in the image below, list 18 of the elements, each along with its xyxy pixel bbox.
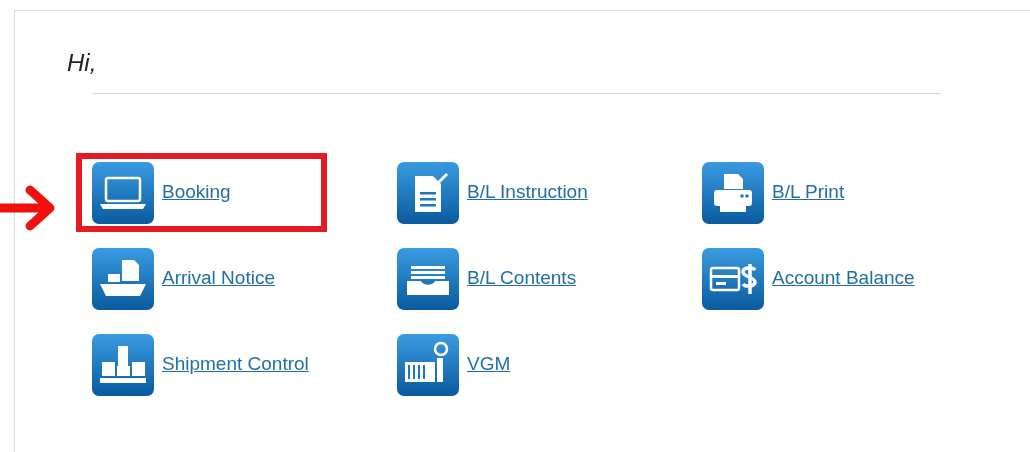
arrow-icon [0, 184, 56, 232]
menu-link[interactable]: Account Balance [772, 264, 915, 293]
greeting-text: Hi, [67, 48, 97, 78]
menu-link[interactable]: Arrival Notice [162, 264, 275, 293]
menu-link[interactable]: Shipment Control [162, 350, 309, 379]
credit-card-icon[interactable] [702, 247, 764, 310]
document-icon[interactable] [397, 161, 459, 224]
printer-icon[interactable] [702, 161, 764, 224]
laptop-icon[interactable] [92, 161, 154, 224]
ship-icon[interactable] [92, 247, 154, 310]
menu-link[interactable]: B/L Instruction [467, 178, 588, 207]
menu-link[interactable]: B/L Print [772, 178, 845, 207]
tray-icon[interactable] [397, 247, 459, 310]
menu-link[interactable]: Booking [162, 178, 231, 207]
menu-link[interactable]: VGM [467, 350, 511, 379]
boxes-icon[interactable] [92, 333, 154, 396]
menu-link[interactable]: B/L Contents [467, 264, 577, 293]
container-scale-icon[interactable] [397, 333, 459, 396]
